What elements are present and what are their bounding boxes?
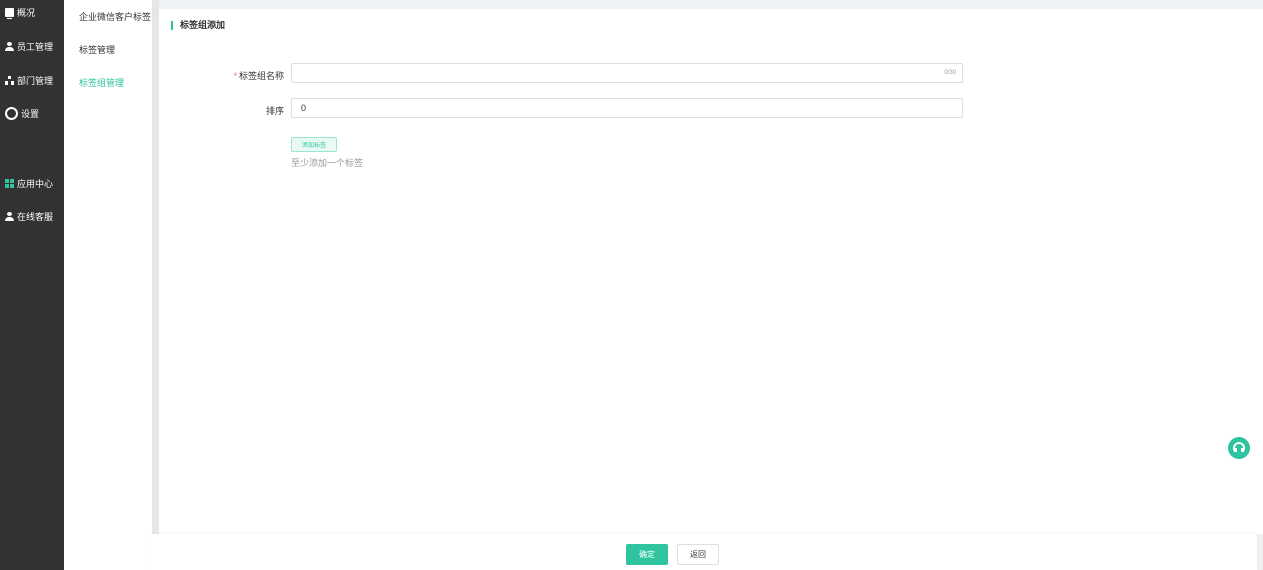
submenu-item-tag-management[interactable]: 标签管理 — [79, 43, 115, 56]
sidebar-item-label: 员工管理 — [17, 41, 54, 52]
tag-group-name-field[interactable]: 0/30 — [291, 63, 963, 83]
sidebar-item-staff[interactable]: 员工管理 — [0, 39, 64, 53]
sidebar-item-label: 应用中心 — [17, 178, 54, 189]
sidebar-item-overview[interactable]: 概况 — [0, 5, 64, 19]
sidebar-item-label: 概况 — [17, 7, 36, 18]
back-button[interactable]: 返回 — [677, 544, 719, 565]
char-counter: 0/30 — [944, 70, 956, 76]
confirm-button[interactable]: 确定 — [626, 544, 668, 565]
sidebar-item-label: 设置 — [21, 108, 40, 119]
tag-group-name-input[interactable] — [292, 64, 962, 82]
page-title: 标签组添加 — [171, 21, 225, 30]
required-mark: * — [233, 71, 237, 81]
monitor-icon — [5, 7, 14, 19]
form-footer: 确定 返回 — [150, 534, 1257, 570]
headset-icon[interactable] — [1228, 437, 1250, 459]
sort-label: 排序 — [265, 106, 284, 116]
sort-input[interactable] — [292, 99, 962, 117]
main-sidebar: 概况 员工管理 部门管理 设置 应用中心 在线客服 — [0, 0, 64, 570]
sort-field[interactable] — [291, 98, 963, 118]
sidebar-item-label: 在线客服 — [17, 211, 54, 222]
submenu-item-tag-group-management[interactable]: 标签组管理 — [79, 76, 124, 89]
sidebar-item-department[interactable]: 部门管理 — [0, 73, 64, 87]
gear-icon — [5, 106, 18, 120]
main-panel: 标签组添加 *标签组名称 0/30 排序 添加标签 至少添加一个标签 — [159, 9, 1263, 534]
user-icon — [5, 211, 14, 221]
tag-group-name-label: * 标签组名称 — [204, 69, 284, 82]
sub-menu: 企业微信客户标签 标签管理 标签组管理 — [64, 0, 152, 570]
add-tag-button[interactable]: 添加标签 — [291, 137, 337, 152]
tag-group-name-label-text: 标签组名称 — [238, 71, 284, 81]
submenu-item-wecom-customer-tags[interactable]: 企业微信客户标签 — [79, 10, 151, 23]
submenu-scrollbar[interactable] — [152, 0, 159, 534]
sidebar-item-online-service[interactable]: 在线客服 — [0, 209, 64, 223]
sidebar-item-app-center[interactable]: 应用中心 — [0, 176, 64, 190]
add-tag-hint: 至少添加一个标签 — [291, 158, 364, 168]
org-icon — [5, 75, 14, 85]
user-icon — [5, 41, 14, 51]
grid-icon — [5, 178, 14, 188]
sidebar-item-settings[interactable]: 设置 — [0, 106, 64, 120]
sidebar-item-label: 部门管理 — [17, 75, 54, 86]
